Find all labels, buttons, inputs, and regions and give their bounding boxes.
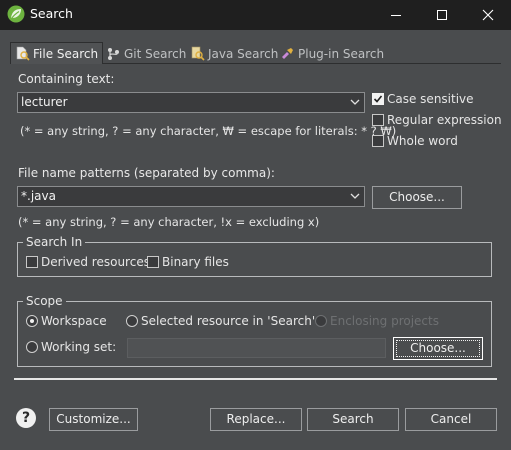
scope-title: Scope <box>23 294 66 308</box>
radio-dot[interactable] <box>315 315 327 327</box>
containing-text-combo[interactable]: lecturer <box>17 92 365 113</box>
tab-git-search[interactable]: Git Search <box>102 43 186 65</box>
tab-label: Plug-in Search <box>298 47 385 61</box>
radio-dot[interactable] <box>126 315 138 327</box>
chevron-down-icon[interactable] <box>350 99 360 106</box>
file-patterns-value: *.java <box>21 189 56 203</box>
search-in-title: Search In <box>23 235 86 249</box>
checkbox-box[interactable] <box>372 93 384 105</box>
separator <box>14 378 497 380</box>
window-title: Search <box>30 6 73 21</box>
binary-files-label: Binary files <box>162 255 229 269</box>
file-search-icon <box>16 46 30 61</box>
containing-text-label: Containing text: <box>18 72 115 86</box>
selected-resource-radio[interactable]: Selected resource in 'Search' <box>126 314 315 328</box>
containing-text-value: lecturer <box>21 95 68 109</box>
file-patterns-combo[interactable]: *.java <box>17 186 365 207</box>
close-icon <box>482 9 494 21</box>
customize-button[interactable]: Customize... <box>49 408 138 431</box>
tab-plugin-search[interactable]: Plug-in Search <box>276 43 384 65</box>
binary-files-checkbox[interactable]: Binary files <box>147 255 229 269</box>
search-tabs: File Search Git Search Java Search Plug-… <box>10 41 501 64</box>
checkbox-box[interactable] <box>147 256 159 268</box>
title-bar[interactable]: Search <box>0 0 511 30</box>
whole-word-label: Whole word <box>387 134 458 148</box>
tab-label: Git Search <box>124 47 187 61</box>
containing-text-hint: (* = any string, ? = any character, ₩ = … <box>20 124 397 138</box>
working-set-radio[interactable]: Working set: <box>26 340 116 354</box>
regular-expression-label: Regular expression <box>387 113 502 127</box>
derived-resources-checkbox[interactable]: Derived resources <box>26 255 150 269</box>
case-sensitive-label: Case sensitive <box>387 92 474 106</box>
derived-resources-label: Derived resources <box>41 255 150 269</box>
tab-file-search[interactable]: File Search <box>10 42 104 64</box>
tab-label: File Search <box>33 47 99 61</box>
working-set-label: Working set: <box>41 340 117 354</box>
regular-expression-checkbox[interactable]: Regular expression <box>372 113 502 127</box>
java-search-icon <box>191 46 205 61</box>
replace-button[interactable]: Replace... <box>210 408 302 431</box>
file-patterns-hint: (* = any string, ? = any character, !x =… <box>18 215 320 229</box>
search-button[interactable]: Search <box>307 408 399 431</box>
scope-choose-button[interactable]: Choose... <box>393 337 483 360</box>
spring-leaf-icon <box>7 5 25 23</box>
radio-dot[interactable] <box>26 341 38 353</box>
close-button[interactable] <box>465 0 511 30</box>
cancel-button[interactable]: Cancel <box>405 408 497 431</box>
case-sensitive-checkbox[interactable]: Case sensitive <box>372 92 474 106</box>
enclosing-projects-label: Enclosing projects <box>330 314 439 328</box>
maximize-icon <box>437 10 447 20</box>
enclosing-projects-radio[interactable]: Enclosing projects <box>315 314 439 328</box>
checkbox-box[interactable] <box>26 256 38 268</box>
checkbox-box[interactable] <box>372 135 384 147</box>
check-icon <box>373 95 383 103</box>
workspace-radio[interactable]: Workspace <box>26 314 107 328</box>
git-search-icon <box>108 48 119 60</box>
workspace-label: Workspace <box>41 314 107 328</box>
maximize-button[interactable] <box>419 0 465 30</box>
minimize-icon <box>391 15 401 16</box>
file-patterns-label: File name patterns (separated by comma): <box>18 166 275 180</box>
chevron-down-icon[interactable] <box>350 193 360 200</box>
checkbox-box[interactable] <box>372 114 384 126</box>
radio-dot[interactable] <box>26 315 38 327</box>
tab-java-search[interactable]: Java Search <box>186 43 278 65</box>
minimize-button[interactable] <box>373 0 419 30</box>
file-patterns-choose-button[interactable]: Choose... <box>372 186 462 209</box>
plugin-search-icon <box>282 48 293 59</box>
selected-resource-label: Selected resource in 'Search' <box>141 314 316 328</box>
help-icon[interactable]: ? <box>16 408 36 428</box>
whole-word-checkbox[interactable]: Whole word <box>372 134 458 148</box>
tab-label: Java Search <box>208 47 279 61</box>
working-set-field[interactable] <box>127 338 386 358</box>
